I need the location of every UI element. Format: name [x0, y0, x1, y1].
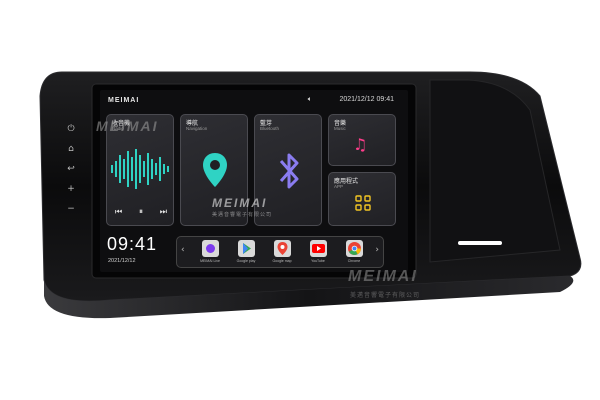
waveform-icon	[111, 149, 169, 189]
app-label: Google map	[272, 259, 292, 263]
navigation-subtitle: Navigation	[186, 126, 208, 131]
app-chrome[interactable]: Chrome	[341, 240, 367, 263]
bluetooth-subtitle: Bluetooth	[260, 126, 280, 131]
music-subtitle: Music	[334, 126, 346, 131]
clock-time: 09:41	[107, 234, 158, 254]
bluetooth-icon	[279, 153, 299, 189]
app-label: Chrome	[347, 259, 361, 263]
speaker-icon[interactable]: 🔈︎	[308, 95, 312, 104]
app-google-play[interactable]: Google play	[233, 240, 259, 263]
dock-left-arrow-icon[interactable]: ‹	[181, 245, 185, 255]
watermark-subtext: 美邁音響電子有限公司	[212, 212, 273, 218]
app-label: MEIMAI Live	[200, 259, 220, 263]
watermark-logo: MEIMAI	[96, 118, 159, 134]
home-button[interactable]: ⌂	[66, 144, 76, 154]
app-grid-icon	[355, 195, 371, 211]
pause-icon[interactable]: ⏸	[139, 207, 143, 217]
watermark-logo: MEIMAI	[348, 268, 418, 285]
app-label: Google play	[236, 259, 256, 263]
music-card[interactable]: 音樂 Music ♫	[328, 114, 396, 166]
back-button[interactable]: ↩	[66, 164, 76, 174]
app-meimai-live[interactable]: MEIMAI Live	[197, 240, 223, 263]
app-card[interactable]: 應用程式 APP	[328, 172, 396, 226]
dock-right-arrow-icon[interactable]: ›	[375, 245, 379, 255]
meimai-live-icon	[201, 240, 219, 257]
power-button[interactable]: ⏻	[66, 124, 76, 134]
watermark-logo: MEIMAI	[212, 196, 268, 210]
previous-icon[interactable]: ⏮	[115, 207, 122, 217]
volume-down-button[interactable]: −	[66, 204, 76, 214]
app-google-map[interactable]: Google map	[269, 240, 295, 263]
map-pin-icon	[203, 153, 227, 187]
google-play-icon	[237, 240, 255, 257]
volume-up-button[interactable]: +	[66, 184, 76, 194]
brand-label: MEIMAI	[108, 97, 140, 104]
google-map-icon	[273, 240, 291, 257]
datetime-label: 2021/12/12 09:41	[339, 96, 395, 103]
chrome-icon	[345, 240, 363, 257]
youtube-icon	[309, 240, 327, 257]
clock-date: 2021/12/12	[108, 258, 136, 264]
music-note-icon: ♫	[353, 135, 368, 154]
app-label: YouTube	[311, 259, 325, 263]
next-icon[interactable]: ⏭	[160, 207, 167, 217]
app-subtitle: APP	[334, 184, 344, 189]
app-youtube[interactable]: YouTube	[305, 240, 331, 263]
app-dock: ‹ › MEIMAI Live Google play Google map Y…	[176, 236, 384, 268]
status-bar: MEIMAI 🔈︎ 2021/12/12 09:41	[100, 90, 408, 110]
watermark-subtext: 美邁音響電子有限公司	[350, 293, 421, 299]
